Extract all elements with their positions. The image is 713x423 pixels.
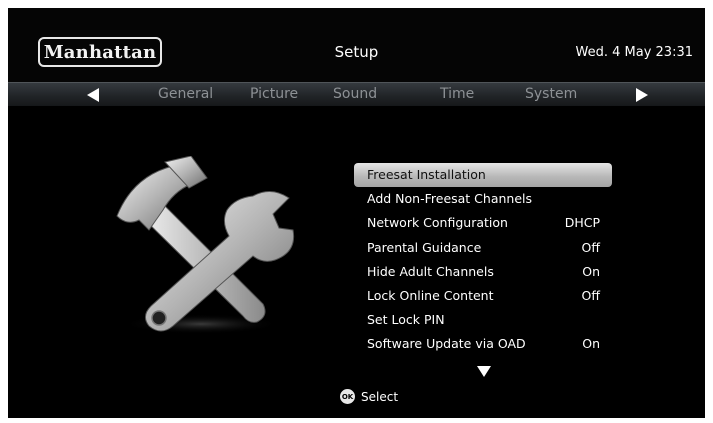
menu-item-value: On xyxy=(582,336,600,352)
menu-item-network-configuration[interactable]: Network Configuration DHCP xyxy=(354,211,612,235)
left-arrow-icon[interactable] xyxy=(87,88,99,102)
tv-screen: Manhattan Setup Wed. 4 May 23:31 General… xyxy=(8,8,705,418)
menu-item-value: Off xyxy=(581,287,600,303)
tab-time[interactable]: Time xyxy=(440,86,474,102)
menu-item-label: Freesat Installation xyxy=(367,167,486,182)
tab-picture[interactable]: Picture xyxy=(250,86,298,102)
tab-sound[interactable]: Sound xyxy=(333,86,377,102)
tab-system[interactable]: System xyxy=(525,86,577,102)
menu-item-label: Network Configuration xyxy=(367,215,508,231)
menu-item-lock-online-content[interactable]: Lock Online Content Off xyxy=(354,284,612,308)
menu-item-label: Hide Adult Channels xyxy=(367,263,494,279)
menu-item-label: Add Non-Freesat Channels xyxy=(367,191,533,207)
menu-item-value: DHCP xyxy=(564,215,600,231)
key-hint: OK Select xyxy=(340,389,398,404)
hammer-and-wrench-icon xyxy=(116,156,295,334)
clock: Wed. 4 May 23:31 xyxy=(575,45,693,60)
ok-button-icon: OK xyxy=(340,389,355,404)
right-arrow-icon[interactable] xyxy=(636,88,648,102)
menu-item-label: Parental Guidance xyxy=(367,239,482,255)
menu-item-freesat-installation[interactable]: Freesat Installation xyxy=(354,163,612,188)
menu-item-software-update-via-oad[interactable]: Software Update via OAD On xyxy=(354,332,612,356)
setup-menu: Freesat Installation Add Non-Freesat Cha… xyxy=(354,163,612,357)
menu-item-label: Lock Online Content xyxy=(367,287,494,303)
menu-item-add-non-freesat-channels[interactable]: Add Non-Freesat Channels xyxy=(354,187,612,211)
menu-item-hide-adult-channels[interactable]: Hide Adult Channels On xyxy=(354,260,612,284)
menu-item-set-lock-pin[interactable]: Set Lock PIN xyxy=(354,308,612,332)
menu-item-label: Software Update via OAD xyxy=(367,336,526,352)
tab-general[interactable]: General xyxy=(158,86,213,102)
menu-item-parental-guidance[interactable]: Parental Guidance Off xyxy=(354,236,612,260)
menu-item-label: Set Lock PIN xyxy=(367,312,445,328)
tab-bar: General Picture Sound Time System xyxy=(8,82,705,106)
menu-item-value: On xyxy=(582,263,600,279)
menu-item-value: Off xyxy=(581,239,600,255)
header-bar: Manhattan Setup Wed. 4 May 23:31 xyxy=(8,8,705,82)
hint-label: Select xyxy=(361,389,399,404)
down-arrow-icon[interactable] xyxy=(477,366,491,377)
